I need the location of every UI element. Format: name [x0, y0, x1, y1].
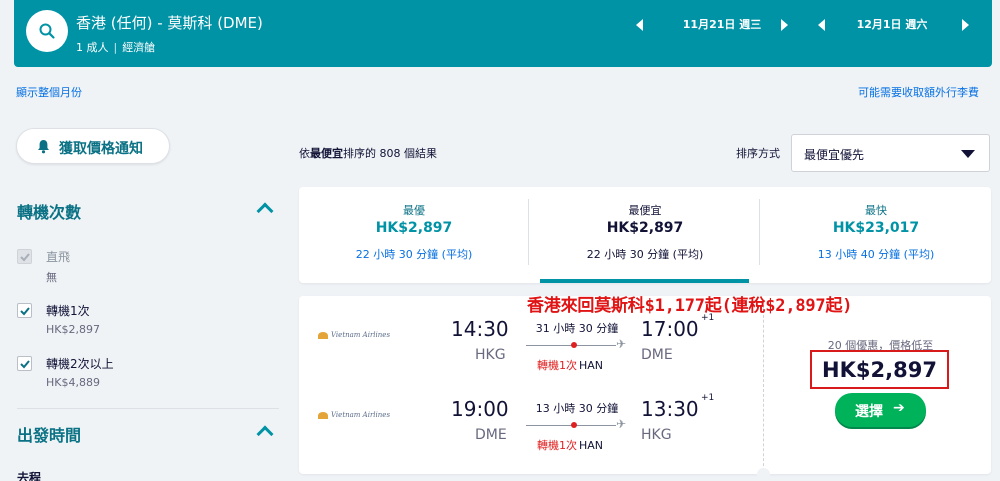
checkmark-icon: [20, 253, 30, 262]
card-divider: [763, 300, 764, 476]
summary-sort-key: 最便宜: [310, 147, 343, 160]
stops-filter-title[interactable]: 轉機次數: [17, 199, 81, 223]
outbound-stop-count: 轉機1次: [537, 359, 577, 372]
depart-next-icon[interactable]: [781, 19, 788, 31]
inbound-duration: 13 小時 30 分鐘: [535, 402, 619, 415]
tab-best-title: 最優: [403, 204, 425, 217]
results-summary: 依最便宜排序的 808 個結果: [299, 145, 437, 161]
card-notch: [757, 468, 770, 481]
nonstop-label: 直飛: [46, 250, 71, 264]
depart-prev-icon[interactable]: [636, 19, 643, 31]
airline-name: Vietnam Airlines: [331, 411, 391, 419]
two-plus-stops-price: HK$4,889: [46, 376, 100, 389]
select-button[interactable]: 選擇 ➔: [835, 393, 926, 427]
summary-pre: 依: [299, 147, 310, 160]
stop-dot: [571, 422, 577, 428]
passenger-cabin-info[interactable]: 1 成人 | 經濟艙: [76, 39, 155, 55]
one-stop-price: HK$2,897: [46, 323, 100, 336]
two-plus-stops-label[interactable]: 轉機2次以上: [46, 355, 114, 372]
outbound-via: HAN: [579, 359, 604, 372]
search-button[interactable]: [26, 10, 68, 52]
one-stop-checkbox[interactable]: [17, 303, 32, 318]
return-next-icon[interactable]: [962, 19, 969, 31]
sort-label: 排序方式: [736, 147, 780, 160]
airline-name: Vietnam Airlines: [331, 331, 391, 339]
depart-date[interactable]: 11月21日 週三: [662, 16, 782, 32]
inbound-via: HAN: [579, 439, 604, 452]
depart-time-filter-title[interactable]: 出發時間: [17, 422, 81, 446]
checkmark-icon: [20, 307, 30, 316]
price-alert-button[interactable]: 獲取價格通知: [16, 128, 170, 164]
plane-icon: ✈: [616, 417, 627, 431]
tab-fastest[interactable]: 最快 HK$23,017 13 小時 40 分鐘 (平均): [761, 187, 991, 283]
active-tab-indicator: [540, 279, 749, 283]
sort-select[interactable]: 最便宜優先: [791, 134, 990, 172]
plane-icon: ✈: [616, 337, 627, 351]
airline-logo-inbound: Vietnam Airlines: [318, 411, 390, 419]
result-price: HK$2,897: [822, 358, 937, 382]
search-icon: [39, 23, 55, 39]
outbound-arrival-code: DME: [641, 347, 673, 363]
tab-cheapest-title: 最便宜: [628, 204, 662, 217]
airline-logo-outbound: Vietnam Airlines: [318, 331, 390, 339]
bell-icon: [38, 140, 49, 154]
tab-fastest-title: 最快: [865, 204, 887, 217]
chevron-up-icon[interactable]: [256, 202, 274, 220]
sort-value: 最便宜優先: [804, 148, 865, 162]
divider: [17, 408, 279, 409]
price-alert-label: 獲取價格通知: [59, 141, 143, 157]
outbound-departure-time: 14:30: [451, 317, 509, 341]
lotus-logo-icon: [318, 331, 328, 339]
tab-cheapest-duration: 22 小時 30 分鐘 (平均): [586, 248, 704, 261]
inbound-arrival-code: HKG: [641, 427, 672, 443]
tab-fastest-price: HK$23,017: [832, 220, 920, 236]
route-title[interactable]: 香港 (任何) - 莫斯科 (DME): [76, 12, 263, 33]
one-stop-label[interactable]: 轉機1次: [46, 302, 90, 319]
tab-cheapest[interactable]: 最便宜 HK$2,897 22 小時 30 分鐘 (平均): [530, 187, 760, 283]
passenger-count: 1 成人: [76, 41, 109, 54]
checkmark-icon: [20, 360, 30, 369]
arrow-right-icon: ➔: [893, 400, 905, 416]
tab-fastest-duration: 13 小時 40 分鐘 (平均): [817, 248, 935, 261]
outbound-arrival-time: 17:00: [641, 317, 699, 341]
show-month-link[interactable]: 顯示整個月份: [16, 84, 82, 100]
caret-down-icon: [961, 150, 975, 158]
search-summary-bar: 香港 (任何) - 莫斯科 (DME) 1 成人 | 經濟艙 11月21日 週三 1…: [14, 0, 992, 67]
outbound-label: 去程: [17, 471, 42, 481]
tab-divider: [759, 199, 760, 265]
inbound-stops: 轉機1次 HAN: [537, 437, 603, 453]
tab-best[interactable]: 最優 HK$2,897 22 小時 30 分鐘 (平均): [299, 187, 529, 283]
price-highlight-box: HK$2,897: [810, 350, 949, 389]
nonstop-checkbox: [17, 249, 32, 264]
two-plus-stops-checkbox[interactable]: [17, 356, 32, 371]
nonstop-price: 無: [46, 271, 57, 284]
inbound-departure-code: DME: [475, 427, 507, 443]
promo-annotation: 香港來回莫斯科$1,177起(連稅$2,897起): [527, 296, 853, 316]
lotus-logo-icon: [318, 411, 328, 419]
return-prev-icon[interactable]: [818, 19, 825, 31]
select-label: 選擇: [855, 404, 883, 420]
sort-tabs: 最優 HK$2,897 22 小時 30 分鐘 (平均) 最便宜 HK$2,89…: [299, 187, 991, 283]
inbound-day-offset: +1: [701, 393, 715, 403]
cabin-class: 經濟艙: [122, 41, 156, 54]
outbound-duration: 31 小時 30 分鐘: [535, 322, 619, 335]
stop-dot: [571, 342, 577, 348]
inbound-arrival-time: 13:30: [641, 397, 699, 421]
outbound-stops: 轉機1次 HAN: [537, 357, 603, 373]
outbound-departure-code: HKG: [475, 347, 506, 363]
tab-best-price: HK$2,897: [375, 220, 453, 236]
tab-divider: [528, 199, 529, 265]
extra-baggage-link[interactable]: 可能需要收取額外行李費: [858, 84, 979, 100]
tab-cheapest-price: HK$2,897: [606, 220, 684, 236]
tab-best-duration: 22 小時 30 分鐘 (平均): [355, 248, 473, 261]
inbound-departure-time: 19:00: [451, 397, 509, 421]
return-date[interactable]: 12月1日 週六: [834, 16, 950, 32]
inbound-stop-count: 轉機1次: [537, 439, 577, 452]
summary-count: 排序的 808 個結果: [343, 147, 437, 160]
chevron-up-icon[interactable]: [256, 425, 274, 443]
